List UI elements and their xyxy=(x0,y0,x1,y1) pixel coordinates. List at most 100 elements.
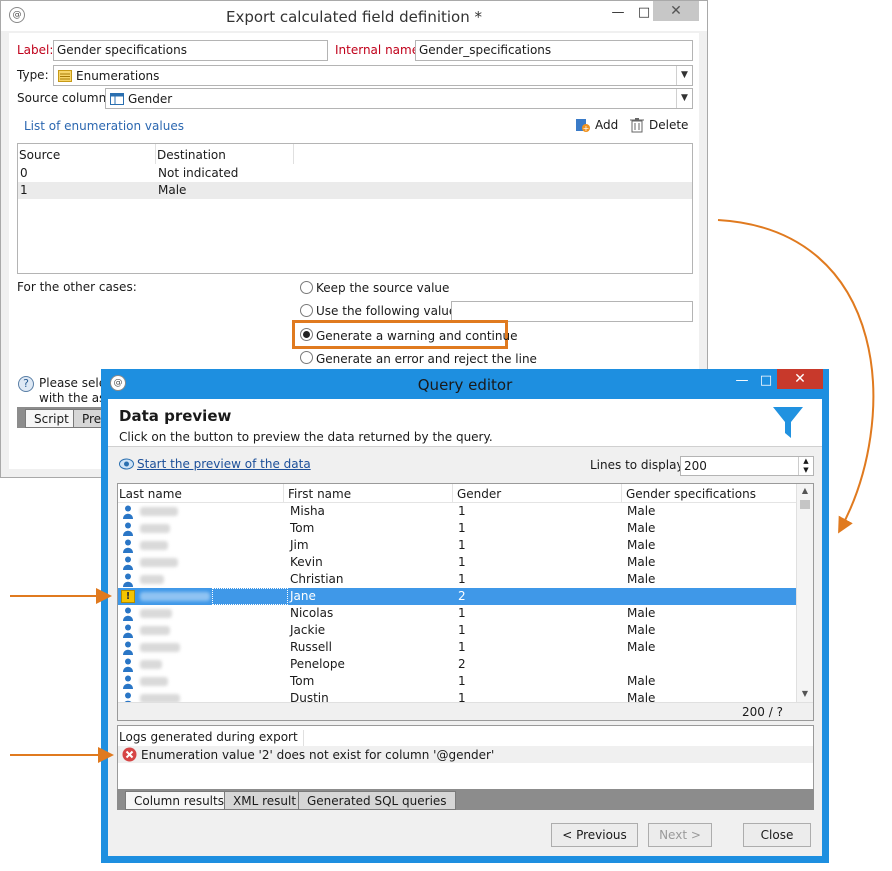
close-button[interactable]: Close xyxy=(743,823,811,847)
lines-caption: Lines to display: xyxy=(590,458,687,472)
export-window-titlebar: @ Export calculated field definition * —… xyxy=(1,1,707,31)
cell-gender-spec: Male xyxy=(627,640,656,654)
column-header-first-name[interactable]: First name xyxy=(288,487,351,501)
last-name-redacted xyxy=(140,643,180,652)
radio-use-value[interactable] xyxy=(300,304,313,317)
grid-row[interactable]: Kevin 1 Male xyxy=(118,554,797,571)
type-select[interactable]: Enumerations ▼ xyxy=(53,65,693,86)
maximize-icon[interactable]: □ xyxy=(755,371,777,391)
lines-value: 200 xyxy=(684,459,707,473)
minimize-icon[interactable]: — xyxy=(607,3,629,23)
option-error: Generate an error and reject the line xyxy=(316,352,537,366)
tab-script[interactable]: Script xyxy=(25,409,78,428)
lines-input[interactable]: 200 ▲ ▼ xyxy=(680,456,814,476)
next-button[interactable]: Next > xyxy=(648,823,712,847)
grid-row[interactable]: Russell 1 Male xyxy=(118,639,797,656)
scroll-thumb[interactable] xyxy=(800,500,810,509)
tab-column-results[interactable]: Column results xyxy=(125,791,233,810)
enum-row[interactable]: 1 Male xyxy=(18,182,692,199)
log-row[interactable]: Enumeration value '2' does not exist for… xyxy=(118,746,813,763)
person-icon xyxy=(123,539,133,553)
close-icon[interactable]: ✕ xyxy=(653,1,699,21)
grid-row[interactable]: Jim 1 Male xyxy=(118,537,797,554)
column-header-source[interactable]: Source xyxy=(19,148,60,162)
grid-row[interactable]: Tom 1 Male xyxy=(118,673,797,690)
source-column-select[interactable]: Gender ▼ xyxy=(105,88,693,109)
label-field[interactable]: Gender specifications xyxy=(53,40,328,61)
data-preview-subtitle: Click on the button to preview the data … xyxy=(119,430,493,444)
cell-gender-spec: Male xyxy=(627,504,656,518)
cell-gender: 1 xyxy=(458,521,466,535)
cell-gender-spec: Male xyxy=(627,521,656,535)
grid-row[interactable]: Christian 1 Male xyxy=(118,571,797,588)
enum-source: 0 xyxy=(20,166,28,180)
last-name-redacted xyxy=(140,575,164,584)
cell-first-name: Nicolas xyxy=(290,606,334,620)
cell-gender-spec: Male xyxy=(627,572,656,586)
grid-scrollbar[interactable]: ▲ ▼ xyxy=(796,484,813,702)
spin-up-icon[interactable]: ▲ xyxy=(798,457,813,466)
cell-first-name: Dustin xyxy=(290,691,329,702)
grid-row[interactable]: Dustin 1 Male xyxy=(118,690,797,702)
close-icon[interactable]: ✕ xyxy=(777,369,823,389)
previous-button[interactable]: < Previous xyxy=(551,823,638,847)
following-value-field[interactable] xyxy=(451,301,693,322)
internal-name-field[interactable]: Gender_specifications xyxy=(415,40,693,61)
cell-gender: 2 xyxy=(458,657,466,671)
radio-keep-source[interactable] xyxy=(300,281,313,294)
option-keep-source: Keep the source value xyxy=(316,281,450,295)
scroll-down-icon[interactable]: ▼ xyxy=(797,687,813,701)
cell-gender: 1 xyxy=(458,504,466,518)
grid-row[interactable]: Nicolas 1 Male xyxy=(118,605,797,622)
spin-down-icon[interactable]: ▼ xyxy=(798,466,813,475)
cell-first-name: Jim xyxy=(290,538,309,552)
person-icon xyxy=(123,556,133,570)
grid-row[interactable]: Jackie 1 Male xyxy=(118,622,797,639)
tab-generated-sql[interactable]: Generated SQL queries xyxy=(298,791,456,810)
add-button[interactable]: + Add xyxy=(575,117,627,135)
scroll-up-icon[interactable]: ▲ xyxy=(797,484,813,498)
grid-body: Misha 1 Male Tom 1 Male Jim 1 Male Kevin 1 Male Chri… xyxy=(118,503,797,702)
cell-gender-spec: Male xyxy=(627,674,656,688)
start-preview-link[interactable]: Start the preview of the data xyxy=(119,457,311,473)
grid-row[interactable]: Misha 1 Male xyxy=(118,503,797,520)
radio-error[interactable] xyxy=(300,351,313,364)
minimize-icon[interactable]: — xyxy=(731,371,753,391)
radio-warning[interactable] xyxy=(300,328,313,341)
enum-table-header: Source Destination xyxy=(18,144,692,164)
last-name-redacted xyxy=(140,660,162,669)
grid-row[interactable]: Penelope 2 xyxy=(118,656,797,673)
cell-first-name: Christian xyxy=(290,572,344,586)
cell-first-name: Tom xyxy=(290,674,315,688)
chevron-down-icon[interactable]: ▼ xyxy=(676,66,692,85)
cell-gender: 1 xyxy=(458,606,466,620)
cell-gender: 1 xyxy=(458,572,466,586)
maximize-icon[interactable]: □ xyxy=(633,3,655,23)
error-icon xyxy=(122,747,137,762)
person-icon xyxy=(123,573,133,587)
enum-destination: Not indicated xyxy=(158,166,239,180)
last-name-redacted xyxy=(140,609,172,618)
help-icon: ? xyxy=(18,376,34,392)
column-header-last-name[interactable]: Last name xyxy=(119,487,182,501)
column-header-gender[interactable]: Gender xyxy=(457,487,501,501)
cell-first-name: Kevin xyxy=(290,555,323,569)
enum-row[interactable]: 0 Not indicated xyxy=(18,165,692,182)
column-header-gender-spec[interactable]: Gender specifications xyxy=(626,487,756,501)
trash-icon xyxy=(630,118,644,133)
grid-row[interactable]: ! Jane 2 xyxy=(118,588,797,605)
column-header-destination[interactable]: Destination xyxy=(157,148,226,162)
person-icon xyxy=(123,505,133,519)
tab-xml-result[interactable]: XML result xyxy=(224,791,306,810)
person-icon xyxy=(123,641,133,655)
chevron-down-icon[interactable]: ▼ xyxy=(676,89,692,108)
cell-first-name: Tom xyxy=(290,521,315,535)
person-icon xyxy=(123,522,133,536)
last-name-redacted xyxy=(140,524,170,533)
cell-gender: 2 xyxy=(458,589,466,603)
delete-label: Delete xyxy=(649,118,689,132)
data-preview-title: Data preview xyxy=(119,407,232,425)
grid-row[interactable]: Tom 1 Male xyxy=(118,520,797,537)
last-name-redacted xyxy=(140,592,210,601)
delete-button[interactable]: Delete xyxy=(629,117,695,135)
